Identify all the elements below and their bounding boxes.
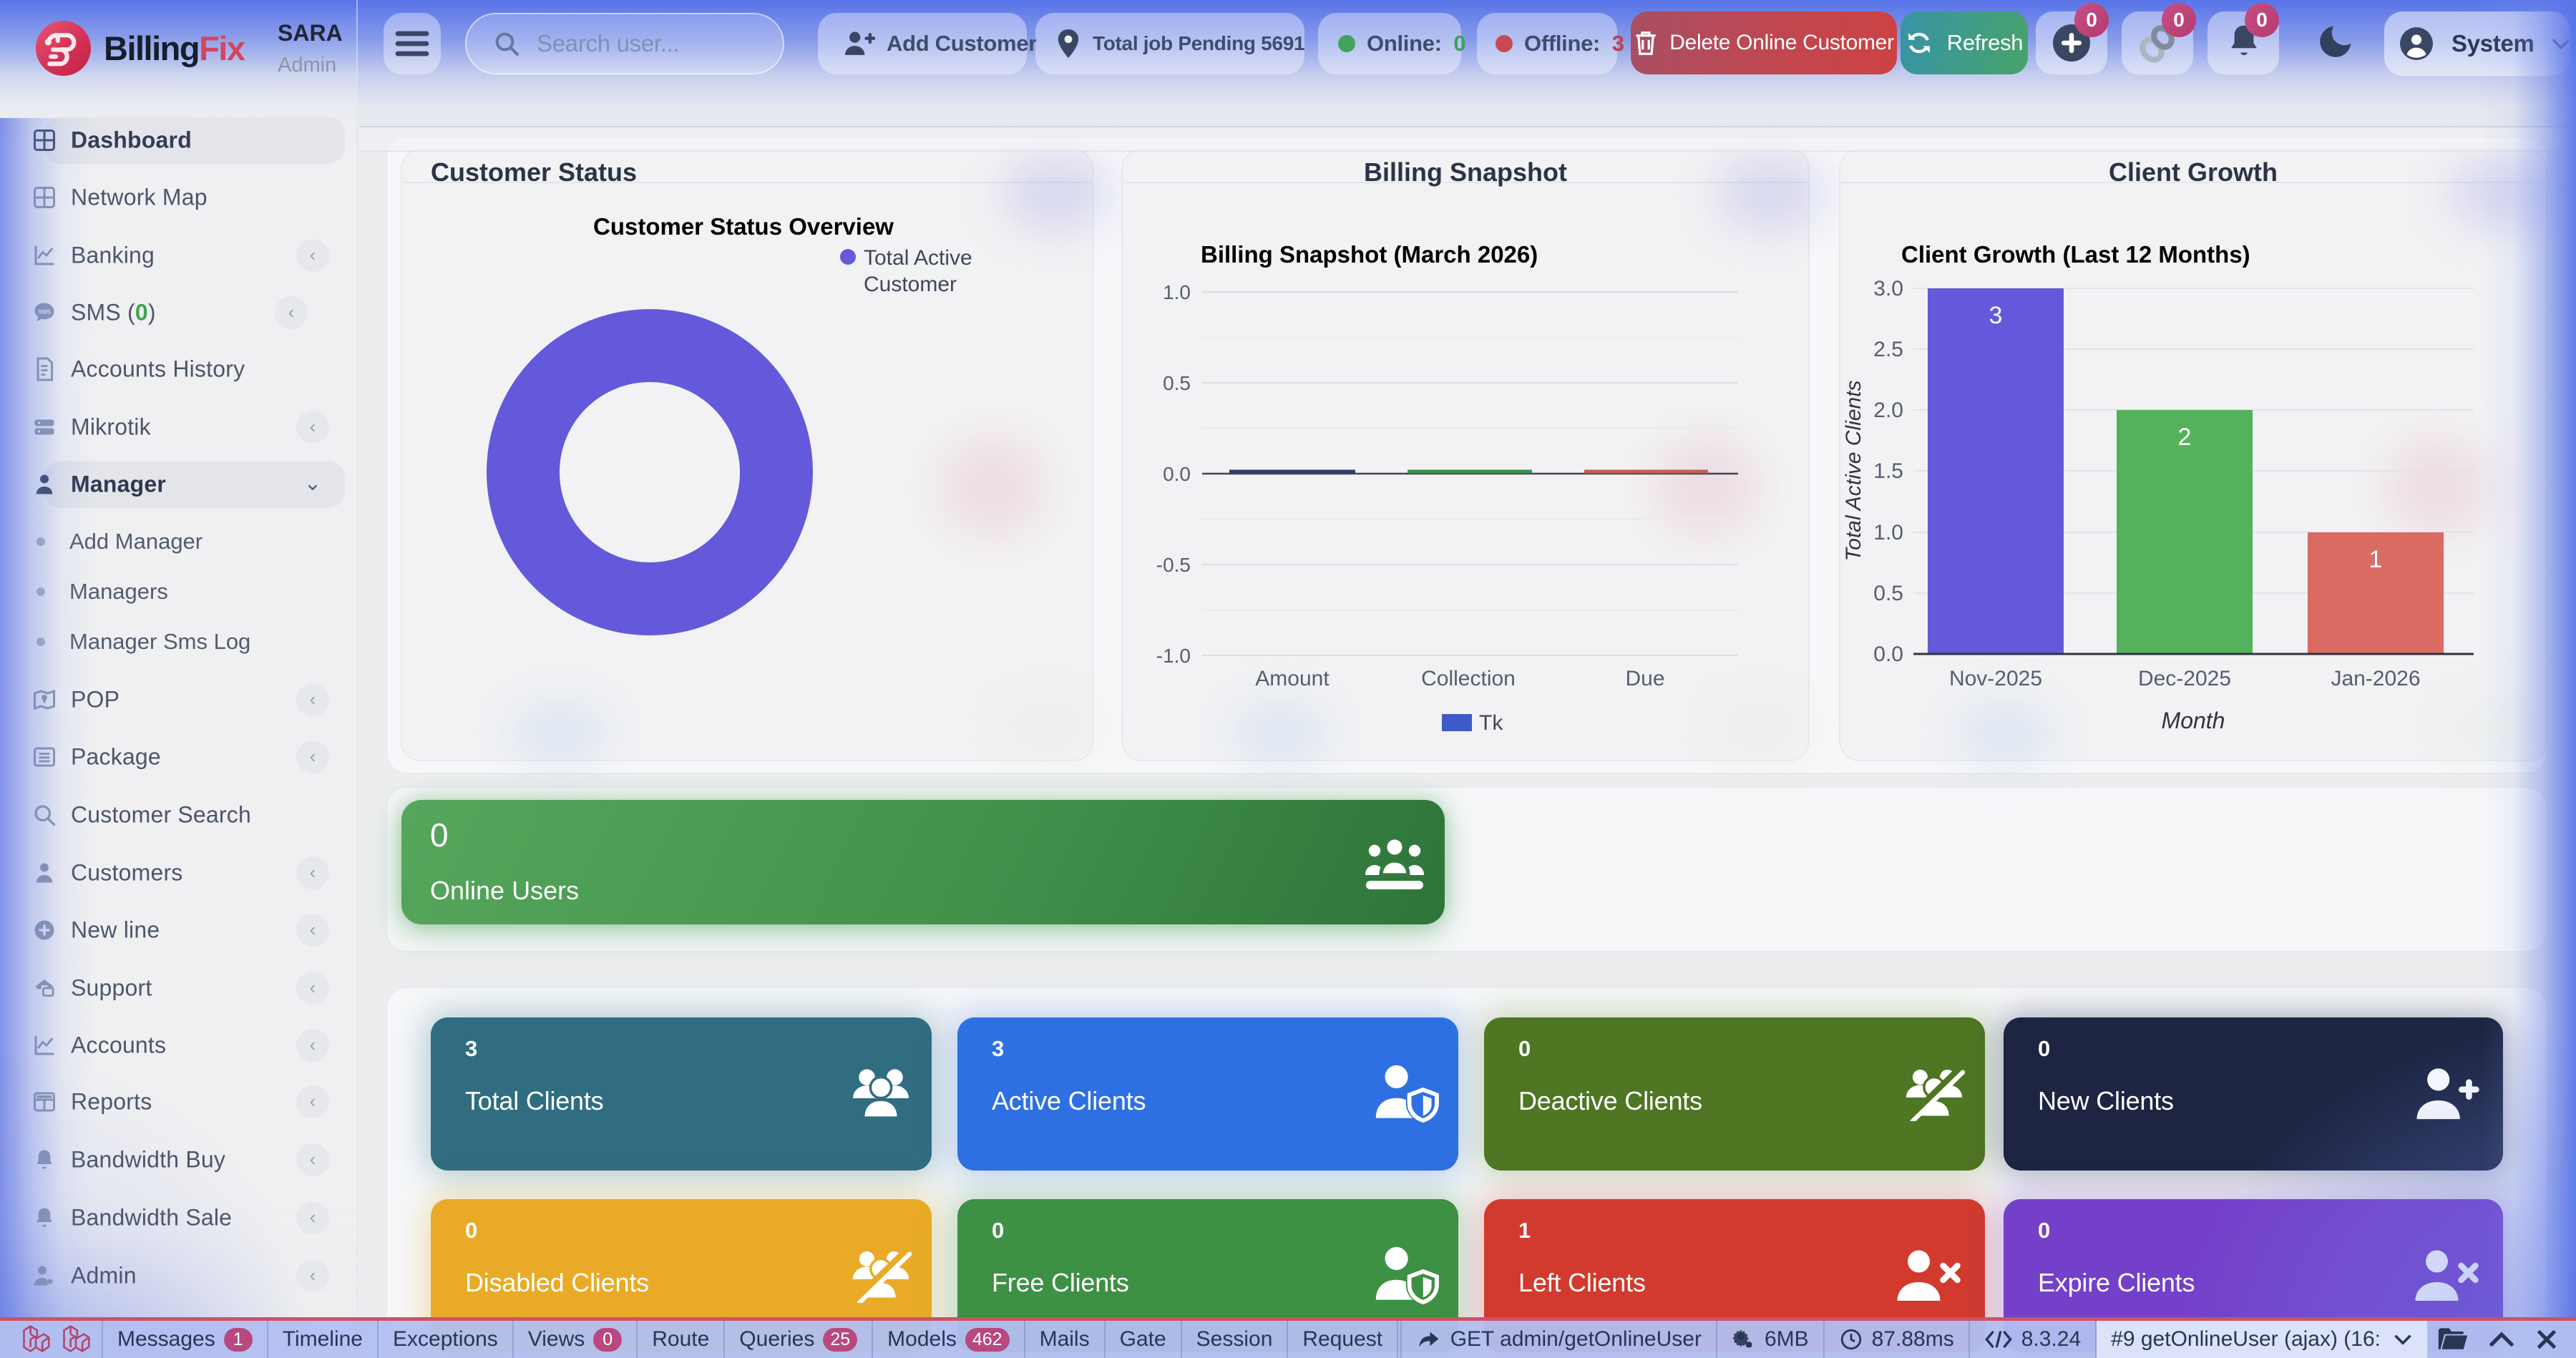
svg-text:Tk: Tk [1479,711,1503,735]
svg-text:2.5: 2.5 [1873,338,1903,361]
svg-text:2: 2 [2178,424,2192,451]
svg-text:Amount: Amount [1255,667,1330,690]
svg-text:1.5: 1.5 [1873,459,1903,483]
svg-text:Dec-2025: Dec-2025 [2138,667,2231,690]
svg-text:0.5: 0.5 [1873,582,1903,605]
svg-text:Customer: Customer [864,273,957,296]
svg-text:0.5: 0.5 [1163,372,1191,394]
svg-text:3: 3 [1989,302,2003,329]
svg-text:Billing Snapshot (March 2026): Billing Snapshot (March 2026) [1201,241,1538,268]
svg-text:1.0: 1.0 [1163,281,1191,303]
svg-text:Due: Due [1625,667,1664,690]
svg-text:2.0: 2.0 [1873,399,1903,422]
svg-text:Nov-2025: Nov-2025 [1949,667,2042,690]
svg-text:3.0: 3.0 [1873,277,1903,301]
svg-text:0.0: 0.0 [1163,463,1191,485]
svg-text:Total Active Clients: Total Active Clients [1842,381,1865,562]
svg-text:Jan-2026: Jan-2026 [2331,667,2420,690]
svg-text:-0.5: -0.5 [1156,554,1191,576]
svg-text:SMS: SMS [38,309,51,316]
svg-text:Customer Status Overview: Customer Status Overview [593,213,894,240]
svg-text:Client Growth (Last 12 Months): Client Growth (Last 12 Months) [1901,241,2250,268]
svg-text:Total Active: Total Active [864,246,972,270]
svg-text:-1.0: -1.0 [1156,645,1191,667]
svg-text:Collection: Collection [1421,667,1516,690]
svg-text:1.0: 1.0 [1873,521,1903,544]
svg-text:1: 1 [2369,546,2383,573]
svg-text:Month: Month [2162,708,2225,733]
svg-text:0.0: 0.0 [1873,643,1903,666]
